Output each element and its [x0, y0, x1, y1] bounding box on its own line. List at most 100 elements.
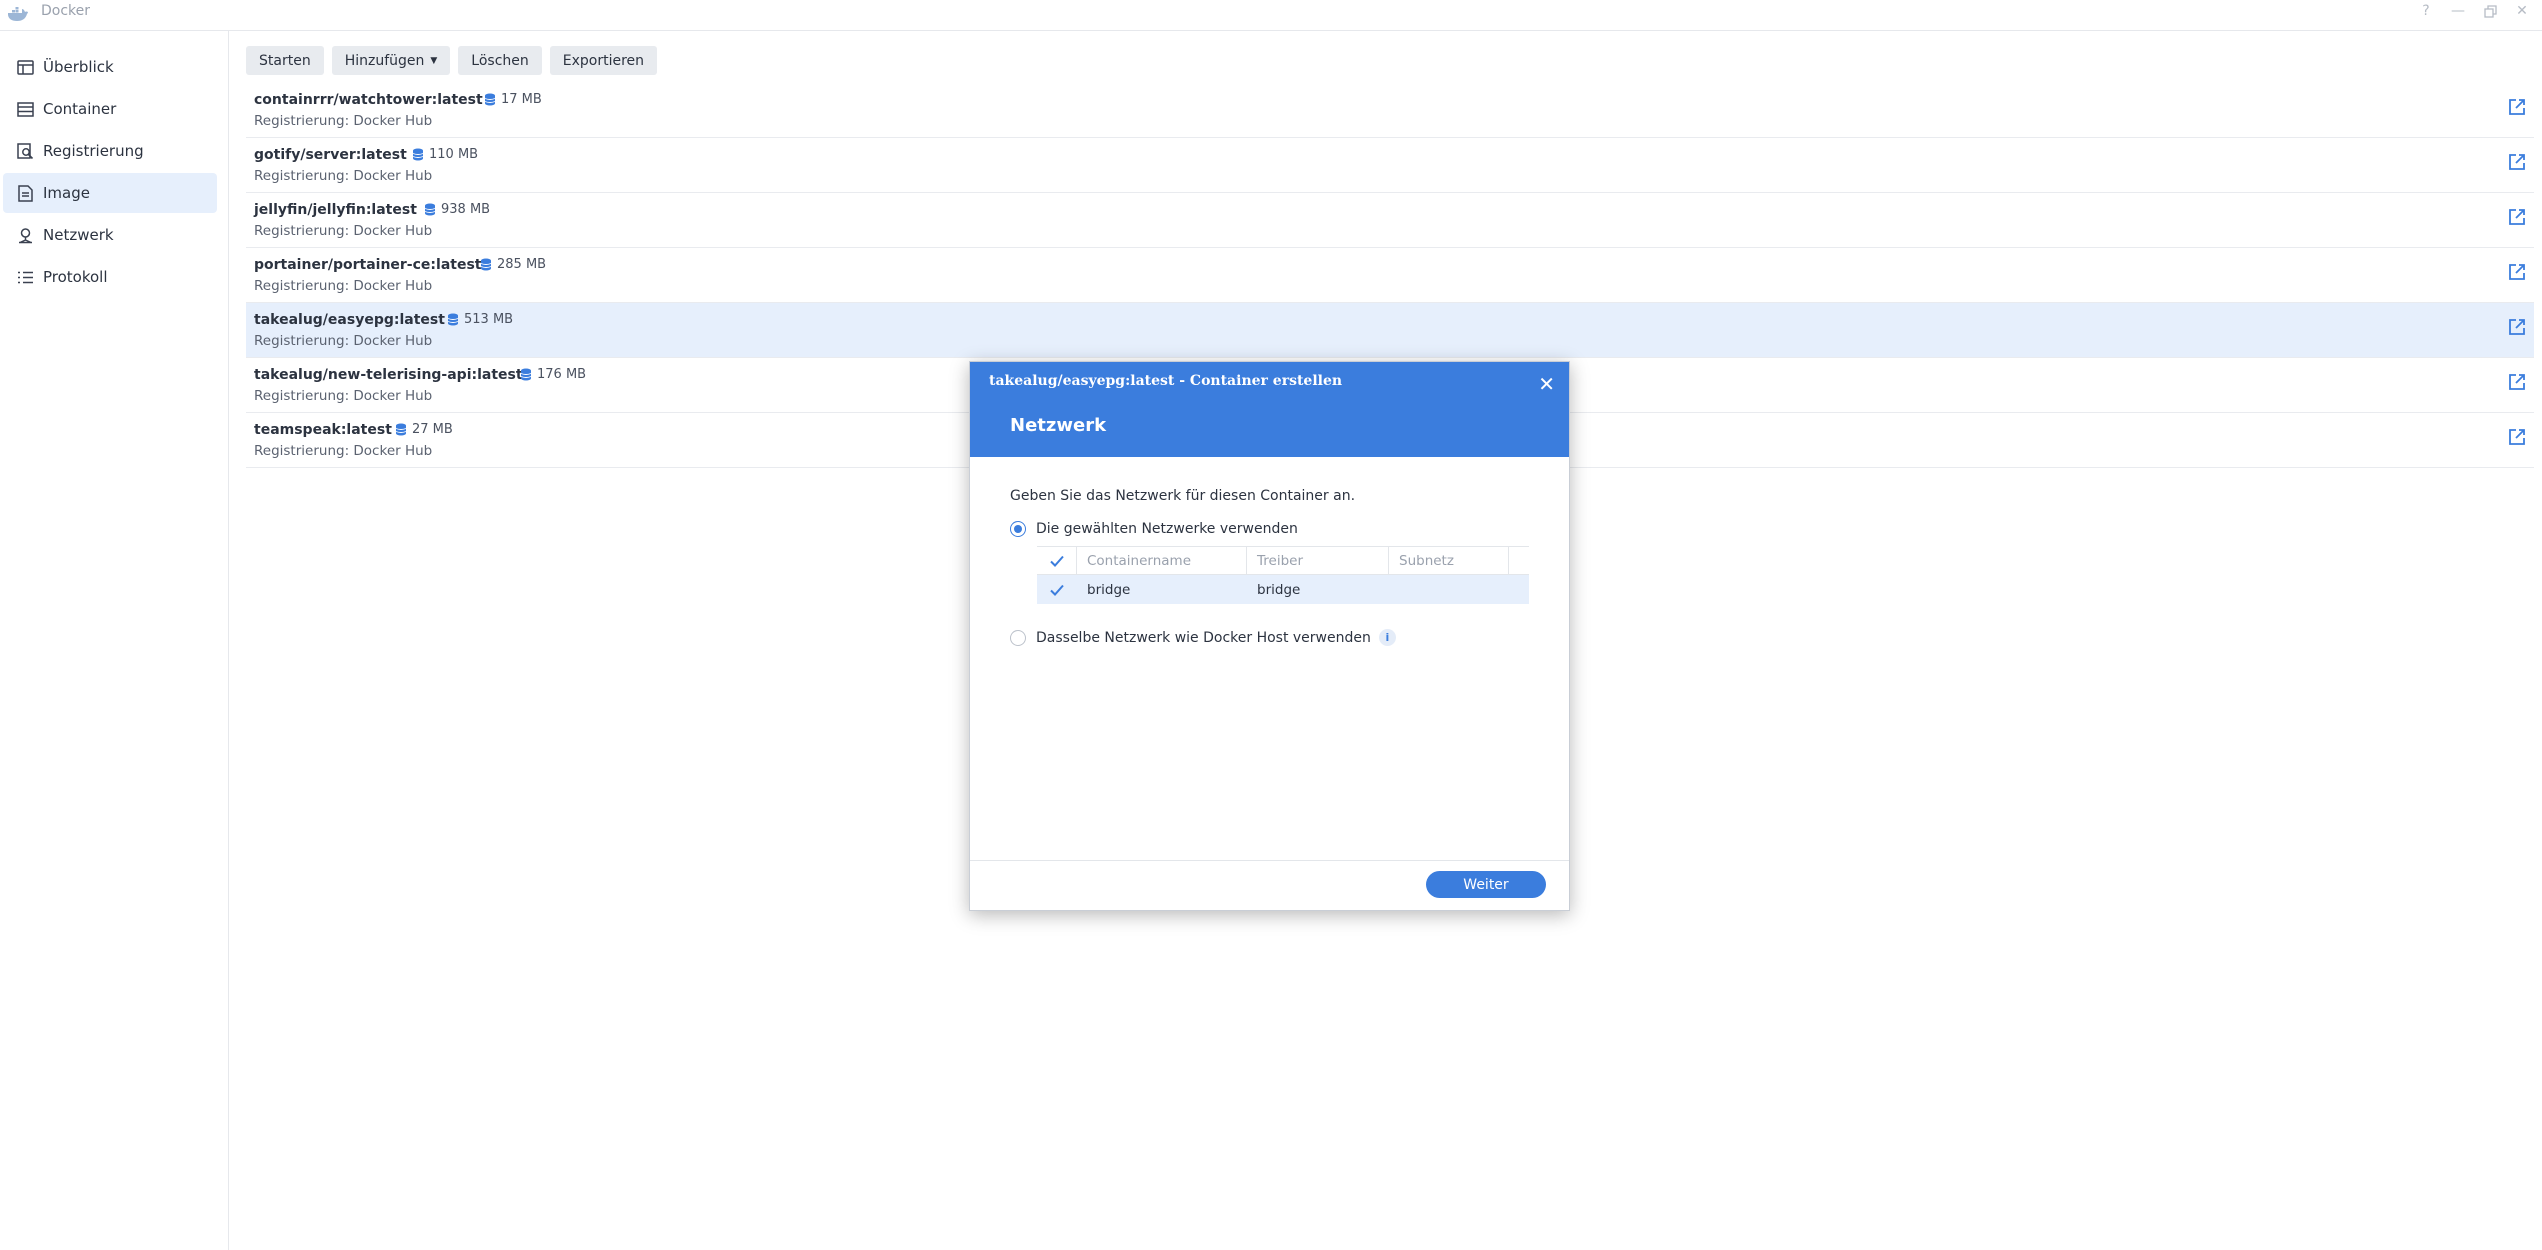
database-icon — [395, 423, 407, 436]
open-external-icon[interactable] — [2508, 263, 2526, 281]
radio-use-host-network[interactable]: Dasselbe Netzwerk wie Docker Host verwen… — [1010, 629, 1396, 646]
sidebar-item-label: Überblick — [43, 58, 114, 76]
delete-button[interactable]: Löschen — [458, 46, 542, 75]
image-name: teamspeak:latest — [254, 422, 392, 438]
start-button[interactable]: Starten — [246, 46, 324, 75]
close-window-icon[interactable]: ✕ — [2514, 2, 2530, 20]
dialog-title: takealug/easyepg:latest - Container erst… — [989, 373, 1343, 389]
window-controls: ? — ✕ — [2418, 2, 2530, 20]
open-external-icon[interactable] — [2508, 98, 2526, 116]
image-size: 938 MB — [424, 202, 490, 217]
sidebar-item-registry[interactable]: Registrierung — [3, 131, 217, 171]
restore-icon[interactable] — [2482, 2, 2498, 20]
network-name-cell: bridge — [1087, 581, 1131, 598]
column-header-containername[interactable]: Containername — [1077, 547, 1247, 574]
image-size-value: 176 MB — [537, 367, 587, 382]
image-name: takealug/easyepg:latest — [254, 312, 445, 328]
image-registry: Registrierung: Docker Hub — [254, 168, 433, 184]
table-row[interactable]: jellyfin/jellyfin:latest 938 MB Registri… — [246, 193, 2534, 248]
radio-button-unchecked[interactable] — [1010, 629, 1026, 646]
image-name: jellyfin/jellyfin:latest — [254, 202, 417, 218]
sidebar-item-overview[interactable]: Überblick — [3, 47, 217, 87]
table-row[interactable]: gotify/server:latest 110 MB Registrierun… — [246, 138, 2534, 193]
open-external-icon[interactable] — [2508, 373, 2526, 391]
sidebar-item-image[interactable]: Image — [3, 173, 217, 213]
sidebar-item-label: Image — [43, 184, 90, 202]
image-name: portainer/portainer-ce:latest — [254, 257, 482, 273]
minimize-icon[interactable]: — — [2450, 2, 2466, 20]
image-size: 27 MB — [395, 422, 453, 437]
dialog-footer: Weiter — [970, 860, 1569, 910]
image-registry: Registrierung: Docker Hub — [254, 443, 433, 459]
create-container-dialog: takealug/easyepg:latest - Container erst… — [969, 361, 1570, 911]
open-external-icon[interactable] — [2508, 208, 2526, 226]
database-icon — [424, 203, 436, 216]
image-size-value: 27 MB — [412, 422, 453, 437]
add-button-label: Hinzufügen — [344, 52, 425, 69]
checkmark-icon — [1050, 584, 1064, 596]
database-icon — [480, 258, 492, 271]
dialog-step-title: Netzwerk — [1010, 415, 1107, 436]
open-external-icon[interactable] — [2508, 318, 2526, 336]
export-button[interactable]: Exportieren — [549, 46, 658, 75]
registry-icon — [16, 142, 34, 160]
caret-down-icon: ▼ — [430, 55, 438, 66]
network-table: Containername Treiber Subnetz bridge bri… — [1037, 546, 1529, 604]
log-icon — [16, 268, 34, 286]
sidebar-item-container[interactable]: Container — [3, 89, 217, 129]
image-icon — [16, 184, 34, 202]
checkmark-icon — [1050, 555, 1064, 567]
table-row[interactable]: portainer/portainer-ce:latest 285 MB Reg… — [246, 248, 2534, 303]
column-header-spacer — [1509, 547, 1529, 574]
image-size-value: 513 MB — [464, 312, 514, 327]
image-size-value: 938 MB — [441, 202, 491, 217]
help-icon[interactable]: ? — [2418, 2, 2434, 20]
sidebar-item-label: Netzwerk — [43, 226, 114, 244]
open-external-icon[interactable] — [2508, 428, 2526, 446]
image-size-value: 285 MB — [497, 257, 547, 272]
network-subnet-cell — [1389, 575, 1509, 604]
sidebar-item-network[interactable]: Netzwerk — [3, 215, 217, 255]
overview-icon — [16, 58, 34, 76]
dialog-body: Geben Sie das Netzwerk für diesen Contai… — [970, 457, 1569, 862]
image-size: 176 MB — [520, 367, 586, 382]
next-button[interactable]: Weiter — [1426, 871, 1546, 898]
window-title: Docker — [41, 3, 91, 19]
image-size-value: 17 MB — [501, 92, 542, 107]
image-name: containrrr/watchtower:latest — [254, 92, 483, 108]
add-button[interactable]: Hinzufügen ▼ — [331, 46, 451, 75]
network-table-header: Containername Treiber Subnetz — [1037, 546, 1529, 575]
database-icon — [412, 148, 424, 161]
row-checkbox[interactable] — [1037, 575, 1077, 604]
network-driver-cell: bridge — [1257, 581, 1301, 598]
network-icon — [16, 226, 34, 244]
sidebar: Überblick Container Registrierung Image … — [0, 31, 229, 1250]
image-registry: Registrierung: Docker Hub — [254, 333, 433, 349]
database-icon — [484, 93, 496, 106]
sidebar-item-label: Protokoll — [43, 268, 108, 286]
database-icon — [520, 368, 532, 381]
window-titlebar: Docker ? — ✕ — [0, 0, 2542, 31]
column-header-driver[interactable]: Treiber — [1247, 547, 1389, 574]
image-size: 513 MB — [447, 312, 513, 327]
image-registry: Registrierung: Docker Hub — [254, 223, 433, 239]
table-row[interactable]: bridge bridge — [1037, 575, 1529, 604]
table-row[interactable]: takealug/easyepg:latest 513 MB Registrie… — [246, 303, 2534, 358]
image-size: 285 MB — [480, 257, 546, 272]
sidebar-item-log[interactable]: Protokoll — [3, 257, 217, 297]
info-icon[interactable]: i — [1378, 629, 1396, 646]
image-name: takealug/new-telerising-api:latest — [254, 367, 523, 383]
select-all-checkbox[interactable] — [1037, 547, 1077, 574]
radio-use-selected-networks[interactable]: Die gewählten Netzwerke verwenden — [1010, 521, 1298, 537]
table-row[interactable]: containrrr/watchtower:latest 17 MB Regis… — [246, 83, 2534, 138]
radio-button-checked[interactable] — [1010, 521, 1026, 537]
open-external-icon[interactable] — [2508, 153, 2526, 171]
docker-app-icon — [8, 7, 28, 21]
radio-label: Die gewählten Netzwerke verwenden — [1036, 521, 1298, 537]
sidebar-item-label: Registrierung — [43, 142, 144, 160]
image-size-value: 110 MB — [429, 147, 479, 162]
column-header-subnet[interactable]: Subnetz — [1389, 547, 1509, 574]
image-name: gotify/server:latest — [254, 147, 407, 163]
radio-label: Dasselbe Netzwerk wie Docker Host verwen… — [1036, 629, 1371, 646]
close-icon[interactable]: ✕ — [1538, 372, 1555, 396]
